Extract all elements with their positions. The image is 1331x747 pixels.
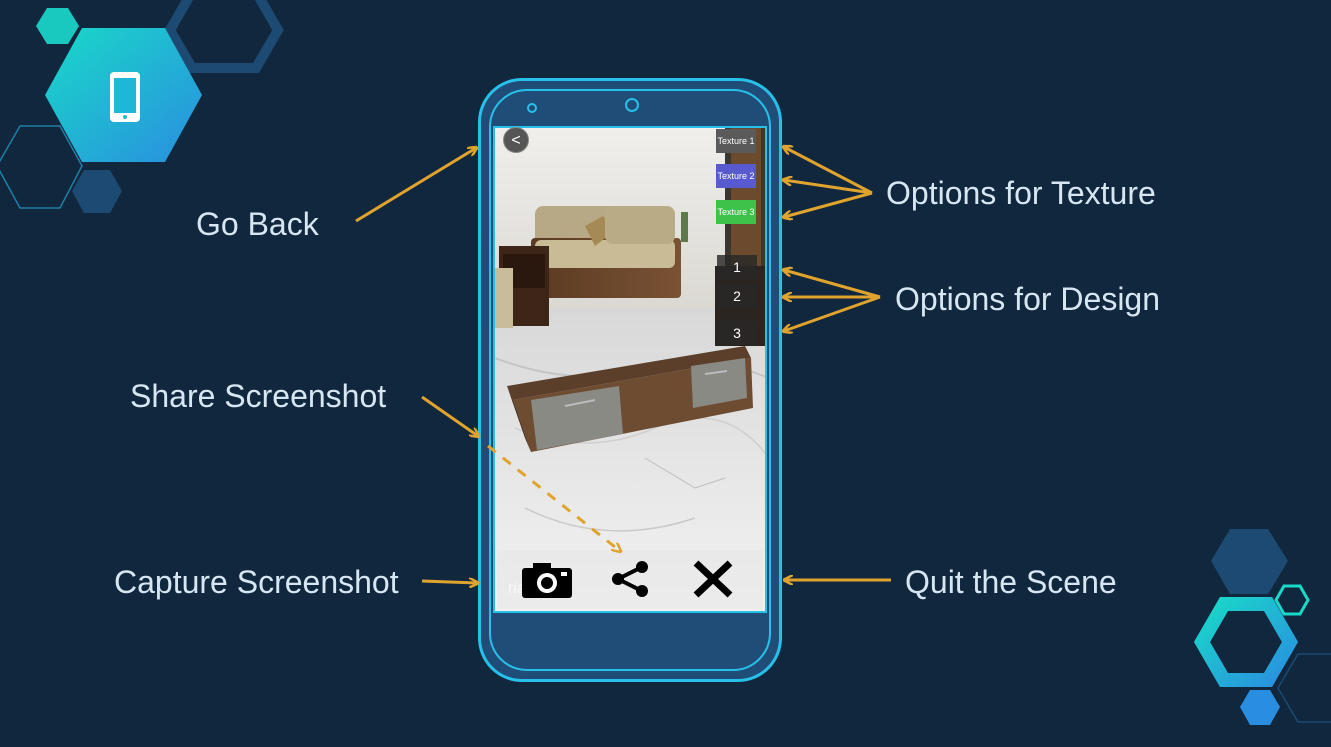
- arrow-design-3: [784, 295, 881, 331]
- arrow-go-back: [355, 148, 476, 223]
- slide-background: < Texture 1 Texture 2 Texture 3 1 2 3 ri…: [0, 0, 1331, 747]
- arrow-design-1: [784, 270, 881, 299]
- arrow-capture: [421, 581, 477, 583]
- label-quit-scene: Quit the Scene: [905, 564, 1117, 600]
- arrow-share-solid: [421, 395, 478, 436]
- label-share-screenshot: Share Screenshot: [130, 378, 387, 414]
- annotation-arrows: [355, 0, 891, 747]
- arrow-share-dashed: [487, 444, 620, 551]
- label-go-back: Go Back: [196, 206, 319, 242]
- label-capture-screenshot: Capture Screenshot: [114, 564, 399, 600]
- label-options-design: Options for Design: [895, 281, 1161, 317]
- label-options-texture: Options for Texture: [886, 175, 1156, 211]
- arrow-texture-3: [784, 191, 873, 217]
